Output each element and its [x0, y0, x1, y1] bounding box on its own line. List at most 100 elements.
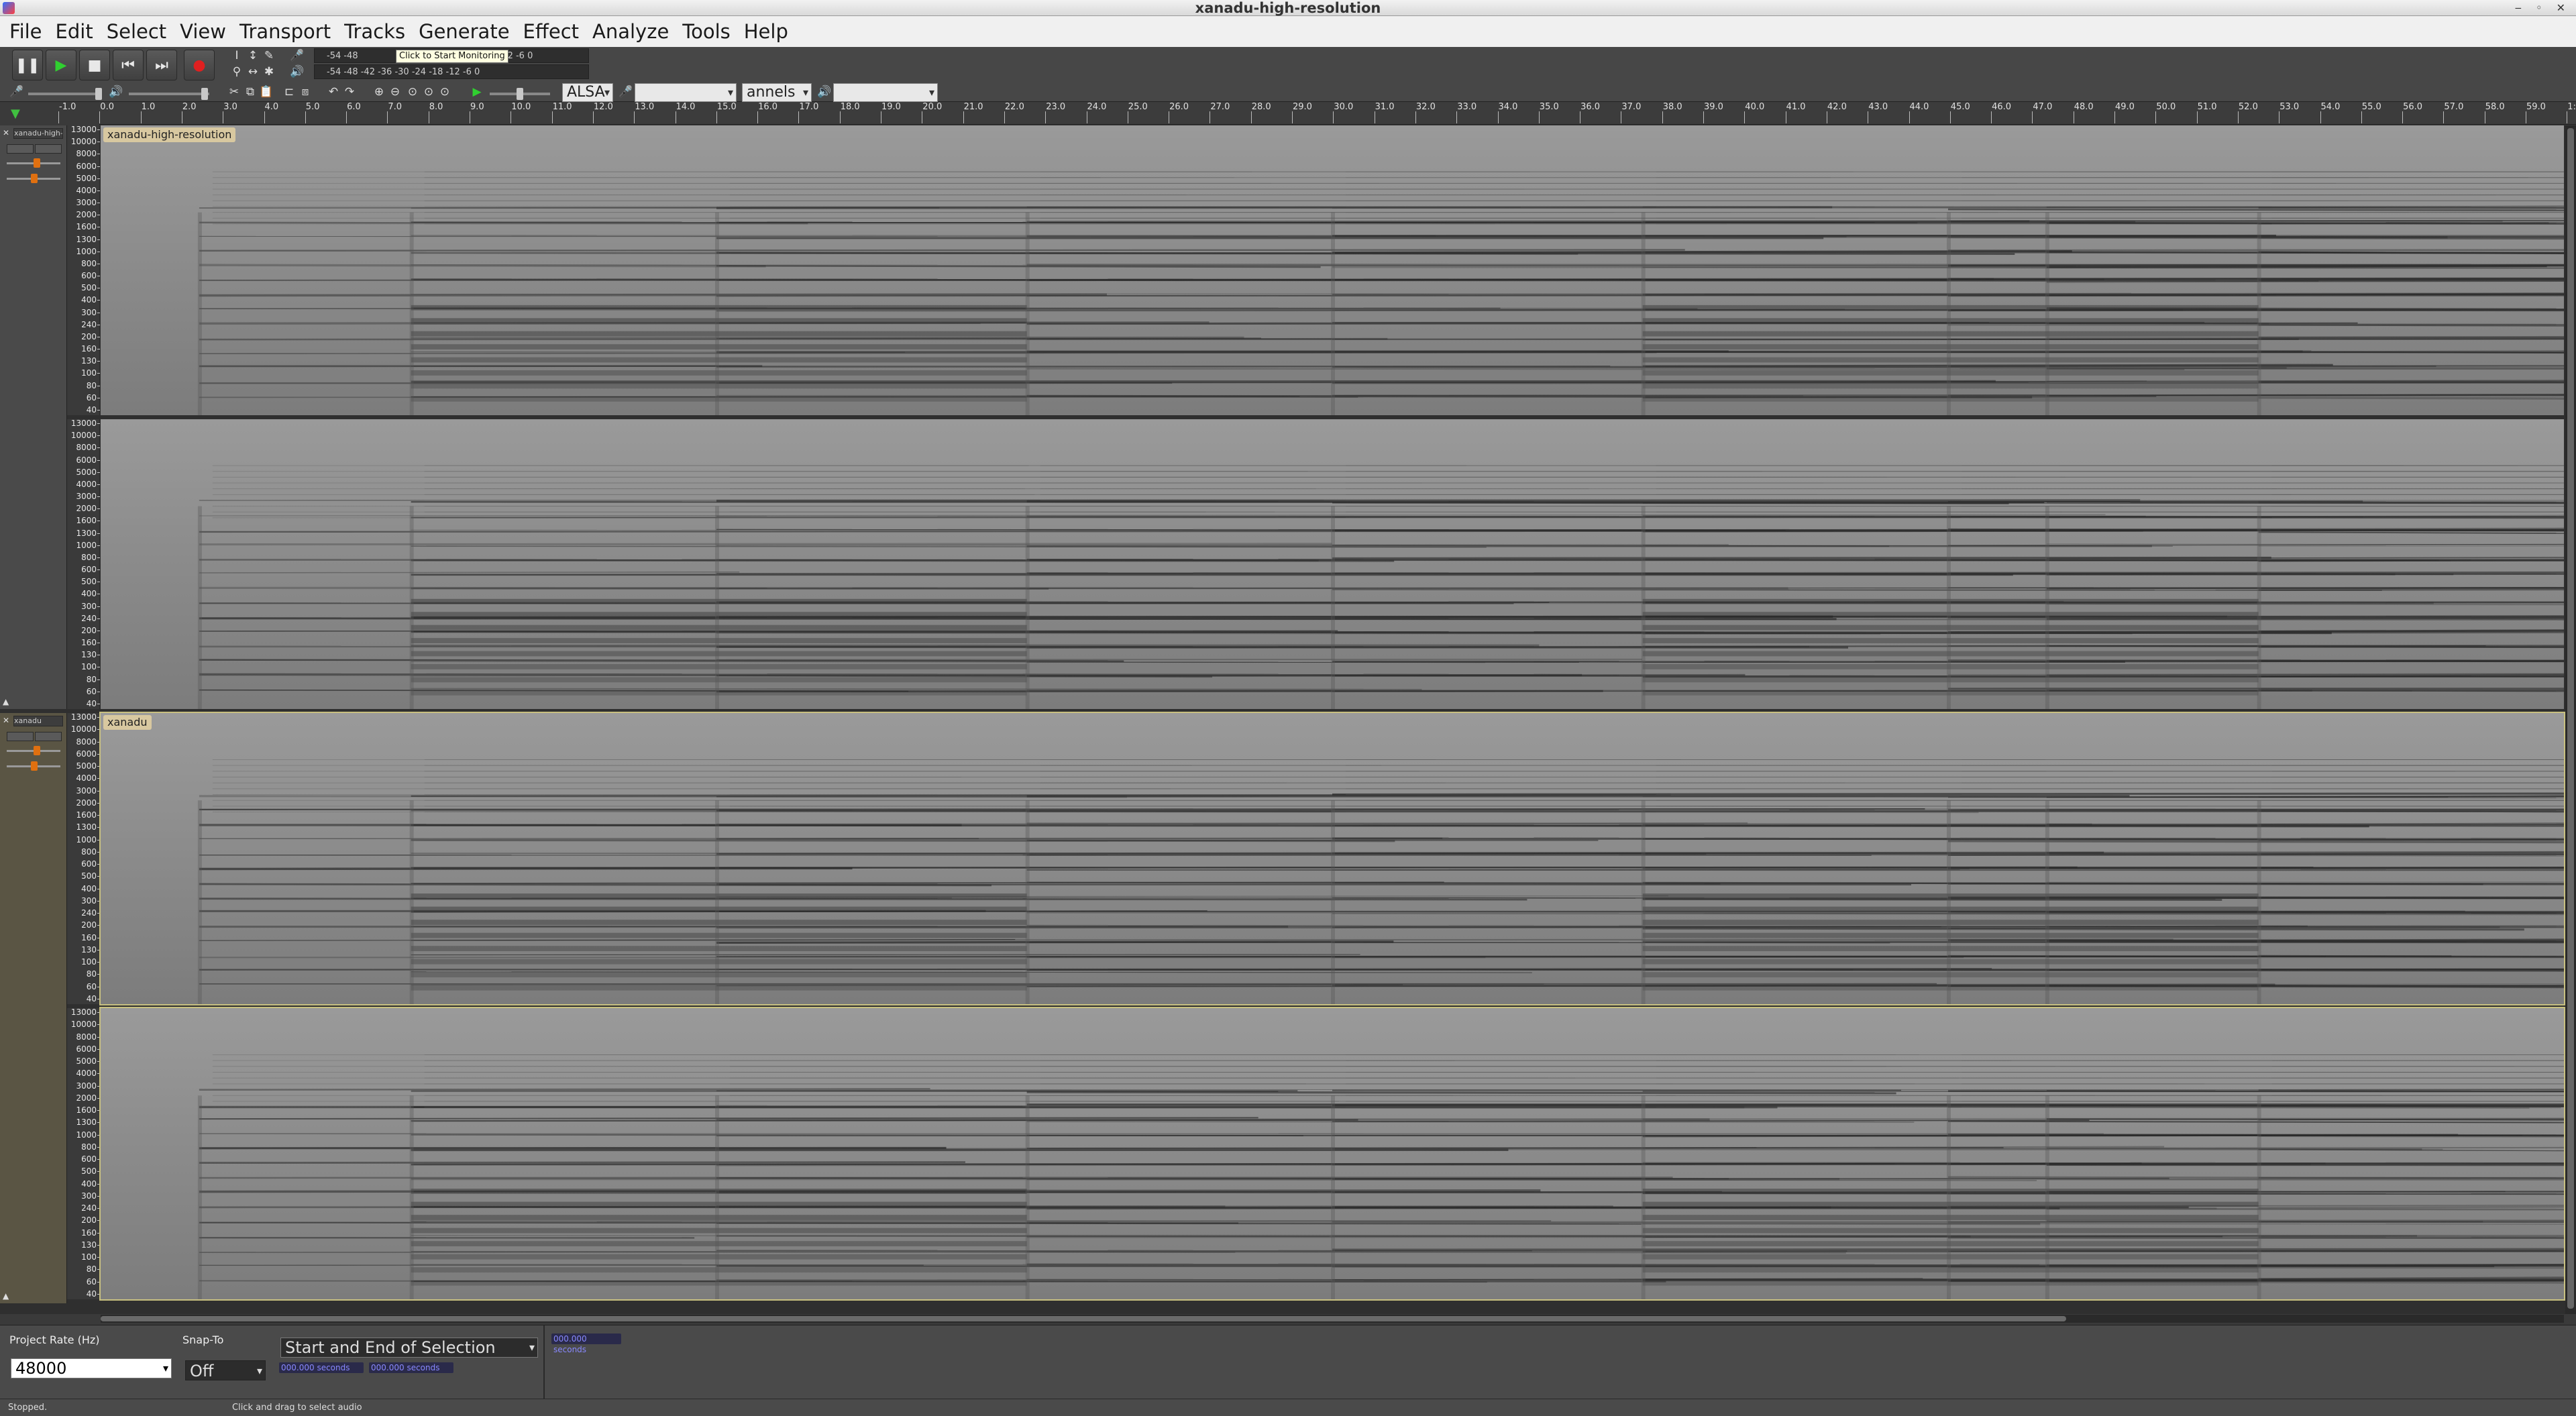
- frequency-tick-label: 600: [81, 271, 100, 281]
- spectrogram-channel-left[interactable]: [101, 125, 2564, 415]
- recording-channels-select[interactable]: annels: [742, 83, 812, 102]
- silence-icon[interactable]: ⧈: [298, 85, 313, 99]
- spectrogram-channel-right[interactable]: [101, 419, 2564, 709]
- collapse-track-icon[interactable]: ▲: [3, 1291, 9, 1301]
- zoom-toggle-icon[interactable]: ⊙: [437, 85, 452, 99]
- vertical-scroll-thumb[interactable]: [2567, 128, 2574, 1309]
- redo-icon[interactable]: ↷: [342, 85, 357, 99]
- recording-device-select[interactable]: [635, 83, 737, 102]
- solo-button[interactable]: [35, 144, 62, 154]
- menu-tools[interactable]: Tools: [677, 20, 738, 43]
- record-volume-slider[interactable]: [28, 88, 102, 100]
- frequency-tick-label: 13000: [70, 712, 101, 722]
- frequency-tick-label: 400: [81, 883, 100, 893]
- frequency-tick-label: 160: [81, 932, 100, 942]
- stop-button[interactable]: ■: [79, 50, 110, 80]
- clip-name-label[interactable]: xanadu-high-resolution: [103, 127, 236, 142]
- menu-help[interactable]: Help: [739, 20, 796, 43]
- spectrogram-channel-right[interactable]: [99, 1007, 2565, 1301]
- trim-icon[interactable]: ⊏: [282, 85, 297, 99]
- audio-track[interactable]: ✕ xanadu-high-resolution ▲ 13000 10000 800…: [0, 125, 2564, 709]
- selection-start-time[interactable]: 000.000 seconds: [279, 1362, 364, 1373]
- skip-to-start-button[interactable]: ⏮: [113, 50, 144, 80]
- selection-mode-select[interactable]: Start and End of Selection: [280, 1338, 538, 1358]
- audio-track-selected[interactable]: ✕ xanadu ▲ 13000 10000 8000 6000 5000 4000 300…: [0, 712, 2565, 1303]
- timeshift-tool-icon[interactable]: ↔: [246, 64, 260, 79]
- status-hint: Click and drag to select audio: [232, 1403, 362, 1413]
- play-at-speed-icon[interactable]: ▶: [470, 85, 484, 99]
- pause-button[interactable]: ❚❚: [12, 50, 43, 80]
- play-at-speed-slider[interactable]: [490, 88, 550, 100]
- playback-device-select[interactable]: [833, 83, 938, 102]
- zoom-tool-icon[interactable]: ⚲: [229, 64, 244, 79]
- audio-host-select[interactable]: ALSA: [562, 83, 613, 102]
- fit-project-icon[interactable]: ⊙: [421, 85, 436, 99]
- timeline-ruler[interactable]: ▼ -1.0 0.0 1.0 2.0 3.0 4.0 5.0 6.0 7.0 8.0 9.0 10.0…: [0, 102, 2576, 125]
- menu-select[interactable]: Select: [101, 20, 174, 43]
- spectrogram-channel-left[interactable]: [99, 712, 2565, 1005]
- menu-transport[interactable]: Transport: [234, 20, 339, 43]
- gain-slider[interactable]: [7, 746, 60, 755]
- audio-position-time[interactable]: 000.000 seconds: [551, 1333, 621, 1354]
- selection-tool-icon[interactable]: I: [229, 48, 244, 63]
- track-control-panel[interactable]: ✕ xanadu ▲: [0, 713, 67, 1303]
- mute-button[interactable]: [7, 732, 34, 741]
- solo-button[interactable]: [35, 732, 62, 741]
- track-control-panel[interactable]: ✕ xanadu-high-resolution ▲: [0, 125, 67, 709]
- clip-name-label[interactable]: xanadu: [103, 715, 152, 730]
- track-menu-button[interactable]: xanadu-high-resolution: [13, 128, 63, 139]
- ruler-tick-label: 46.0: [1991, 102, 2012, 123]
- ruler-tick-label: -1.0: [58, 102, 76, 123]
- fit-selection-icon[interactable]: ⊙: [405, 85, 420, 99]
- snap-to-select[interactable]: Off: [185, 1360, 266, 1381]
- draw-tool-icon[interactable]: ✎: [262, 48, 276, 63]
- skip-to-end-button[interactable]: ⏭: [146, 50, 177, 80]
- playback-meter[interactable]: -54 -48 -42 -36 -30 -24 -18 -12 -6 0: [314, 64, 589, 79]
- frequency-tick-label: 60: [86, 686, 101, 696]
- menu-analyze[interactable]: Analyze: [587, 20, 677, 43]
- vertical-scrollbar[interactable]: [2565, 125, 2576, 1314]
- horizontal-scrollbar[interactable]: [101, 1315, 2564, 1323]
- collapse-track-icon[interactable]: ▲: [3, 697, 9, 706]
- tracks-area[interactable]: ✕ xanadu-high-resolution ▲ 13000 10000 800…: [0, 125, 2576, 1314]
- menu-edit[interactable]: Edit: [50, 20, 101, 43]
- zoom-out-icon[interactable]: ⊖: [388, 85, 402, 99]
- project-rate-select[interactable]: 48000: [11, 1358, 172, 1378]
- close-track-icon[interactable]: ✕: [3, 128, 12, 138]
- close-track-icon[interactable]: ✕: [3, 716, 12, 725]
- mute-button[interactable]: [7, 144, 34, 154]
- menu-file[interactable]: File: [4, 20, 50, 43]
- menu-effect[interactable]: Effect: [518, 20, 587, 43]
- undo-icon[interactable]: ↶: [326, 85, 341, 99]
- pan-slider[interactable]: [7, 174, 60, 183]
- envelope-tool-icon[interactable]: ↕: [246, 48, 260, 63]
- multi-tool-icon[interactable]: ✱: [262, 64, 276, 79]
- frequency-tick-label: 200: [81, 920, 100, 930]
- pinned-playhead-icon[interactable]: ▼: [11, 107, 20, 121]
- gain-slider[interactable]: [7, 158, 60, 168]
- frequency-tick-label: 2000: [76, 210, 100, 220]
- pan-slider[interactable]: [7, 761, 60, 771]
- play-button[interactable]: ▶: [46, 50, 76, 80]
- cut-icon[interactable]: ✂: [227, 85, 241, 99]
- ruler-tick-label: 43.0: [1868, 102, 1888, 123]
- zoom-in-icon[interactable]: ⊕: [372, 85, 386, 99]
- playback-volume-slider[interactable]: [129, 88, 209, 100]
- microphone-icon[interactable]: 🎤: [290, 48, 305, 63]
- ruler-tick-label: 33.0: [1456, 102, 1477, 123]
- menu-view[interactable]: View: [174, 20, 234, 43]
- frequency-tick-label: 1000: [76, 834, 100, 845]
- copy-icon[interactable]: ⧉: [243, 85, 258, 99]
- horizontal-scroll-thumb[interactable]: [101, 1316, 2066, 1321]
- selection-end-time[interactable]: 000.000 seconds: [369, 1362, 453, 1373]
- speaker-icon[interactable]: 🔊: [290, 64, 305, 79]
- record-button[interactable]: ●: [184, 50, 215, 80]
- frequency-tick-label: 8000: [76, 737, 100, 747]
- record-volume-icon: 🎤: [9, 85, 24, 99]
- menu-tracks[interactable]: Tracks: [339, 20, 413, 43]
- frequency-tick-label: 8000: [76, 1032, 100, 1042]
- track-menu-button[interactable]: xanadu: [13, 716, 63, 726]
- menu-generate[interactable]: Generate: [413, 20, 517, 43]
- window-controls[interactable]: ‒ ◦ ✕: [2515, 0, 2571, 16]
- paste-icon[interactable]: 📋: [259, 85, 274, 99]
